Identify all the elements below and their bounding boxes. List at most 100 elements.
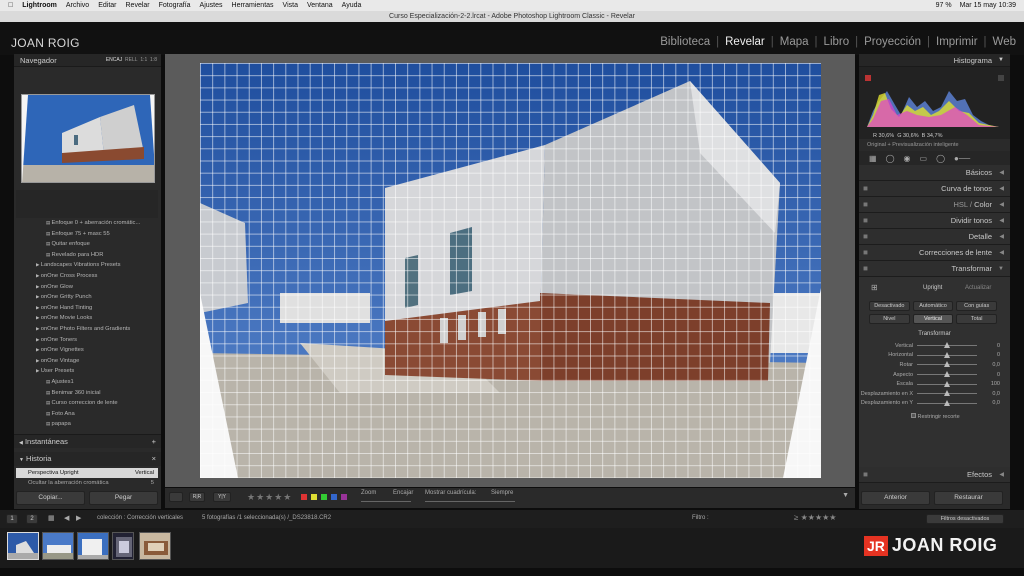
update-button[interactable]: Actualizar <box>965 285 991 291</box>
menu-archivo[interactable]: Archivo <box>66 2 89 9</box>
filmstrip-thumb-selected[interactable] <box>7 532 39 560</box>
menu-vista[interactable]: Vista <box>283 2 298 9</box>
section-hsl[interactable]: ◼ HSL / Color ◀ <box>859 197 1010 213</box>
highlight-clip-icon[interactable] <box>998 75 1004 81</box>
switch-icon[interactable]: ◼ <box>863 197 868 213</box>
transform-slider[interactable]: Aspecto 0 <box>859 370 1010 380</box>
label-purple[interactable] <box>341 494 347 500</box>
radial-filter-icon[interactable]: ◯ <box>936 154 945 163</box>
upright-vertical-button[interactable]: Vertical <box>912 314 954 324</box>
slider-knob[interactable] <box>944 342 950 349</box>
menu-fotografia[interactable]: Fotografía <box>159 2 191 9</box>
preset-folder[interactable]: ▶ onOne Vintage <box>16 356 158 367</box>
preset-folder[interactable]: ▶ onOne Movie Looks <box>16 313 158 324</box>
spot-removal-icon[interactable]: ◯ <box>886 154 895 163</box>
grid-size-slider[interactable] <box>425 501 515 502</box>
transform-slider[interactable]: Vertical 0 <box>859 341 1010 351</box>
constrain-checkbox[interactable] <box>911 413 916 418</box>
red-eye-icon[interactable]: ◉ <box>904 154 911 163</box>
preset-item[interactable]: ▤ Quitar enfoque <box>16 239 158 250</box>
preset-item[interactable]: ▤ Enfoque 75 + masc 55 <box>16 229 158 240</box>
upright-full-button[interactable]: Total <box>956 314 997 324</box>
preset-item[interactable]: ▤ Curso correccion de lente <box>16 398 158 409</box>
zoom-slider[interactable] <box>361 501 411 502</box>
preset-item[interactable]: ▤ Revelado para HDR <box>16 250 158 261</box>
crop-tool-icon[interactable]: ▦ <box>869 154 877 163</box>
label-yellow[interactable] <box>311 494 317 500</box>
transform-slider[interactable]: Horizontal 0 <box>859 351 1010 361</box>
photo-count[interactable]: 5 fotografías /1 seleccionada(s) /_DS238… <box>202 515 331 521</box>
slider-value[interactable]: 0,0 <box>992 400 1000 406</box>
transform-slider[interactable]: Escala 100 <box>859 379 1010 389</box>
grid-value[interactable]: Siempre <box>491 490 513 496</box>
switch-icon[interactable]: ◼ <box>863 229 868 245</box>
filmstrip-thumb[interactable] <box>77 532 109 560</box>
section-tone-curve[interactable]: ◼ Curva de tonos ◀ <box>859 181 1010 197</box>
preset-folder[interactable]: ▶ onOne Cross Process <box>16 271 158 282</box>
navigator-preview[interactable] <box>21 94 155 183</box>
label-blue[interactable] <box>331 494 337 500</box>
main-photo[interactable] <box>200 63 821 478</box>
before-after-yy-icon[interactable]: Y|Y <box>213 492 231 502</box>
preset-folder[interactable]: ▶ onOne Toners <box>16 335 158 346</box>
section-basic[interactable]: Básicos ◀ <box>859 165 1010 181</box>
preset-folder[interactable]: ▶ onOne Gritty Punch <box>16 292 158 303</box>
history-row-selected[interactable]: Perspectiva Upright Vertical <box>16 468 158 478</box>
slider-value[interactable]: 0,0 <box>992 362 1000 368</box>
transform-slider[interactable]: Desplazamiento en Y 0,0 <box>859 399 1010 409</box>
adjustment-brush-icon[interactable]: ●── <box>954 154 970 163</box>
slider-knob[interactable] <box>944 399 950 406</box>
slider-track[interactable] <box>917 399 977 406</box>
label-red[interactable] <box>301 494 307 500</box>
slider-value[interactable]: 0,0 <box>992 391 1000 397</box>
menu-herramientas[interactable]: Herramientas <box>232 2 274 9</box>
module-mapa[interactable]: Mapa <box>780 36 809 48</box>
slider-value[interactable]: 0 <box>997 372 1000 378</box>
preset-item[interactable]: ▤ papapa <box>16 419 158 430</box>
preset-item[interactable]: ▤ Ajustes1 <box>16 377 158 388</box>
preset-folder[interactable]: ▶ onOne Photo Filters and Gradients <box>16 324 158 335</box>
reset-button[interactable]: Restaurar <box>934 491 1003 505</box>
history-header[interactable]: ▼ Historia × <box>14 452 161 466</box>
preset-folder[interactable]: ▶ onOne Vignettes <box>16 345 158 356</box>
constrain-crop[interactable]: Restringir recorte <box>911 413 960 420</box>
zoom-fit[interactable]: ENCAJ <box>106 57 122 63</box>
preset-item[interactable]: ▤ Foto Ana <box>16 409 158 420</box>
slider-knob[interactable] <box>944 380 950 387</box>
preset-folder[interactable]: ▶ User Presets <box>16 366 158 377</box>
menu-ventana[interactable]: Ventana <box>307 2 333 9</box>
menu-revelar[interactable]: Revelar <box>126 2 150 9</box>
battery-status[interactable]: 97 % <box>936 2 952 9</box>
section-effects[interactable]: ◼ Efectos ◀ <box>859 467 1010 483</box>
menu-ayuda[interactable]: Ayuda <box>342 2 362 9</box>
clear-history-icon[interactable]: × <box>152 452 156 466</box>
zoom-1-8[interactable]: 1:8 <box>150 57 157 63</box>
page-1-button[interactable]: 1 <box>6 514 18 524</box>
section-split-toning[interactable]: ◼ Dividir tonos ◀ <box>859 213 1010 229</box>
switch-icon[interactable]: ◼ <box>863 181 868 197</box>
rating-stars[interactable]: ★★★★★ <box>247 492 292 503</box>
toolbar-menu-icon[interactable]: ▼ <box>842 492 849 499</box>
slider-knob[interactable] <box>944 371 950 378</box>
grid-view-icon[interactable]: ▦ <box>48 514 55 522</box>
apple-icon[interactable]:  <box>8 2 13 9</box>
slider-knob[interactable] <box>944 390 950 397</box>
slider-track[interactable] <box>917 351 977 358</box>
transform-slider[interactable]: Rotar 0,0 <box>859 360 1010 370</box>
upright-guided-button[interactable]: Con guías <box>956 301 997 311</box>
menu-editar[interactable]: Editar <box>98 2 116 9</box>
upright-off-button[interactable]: Desactivado <box>869 301 910 311</box>
filmstrip-thumb[interactable] <box>139 532 171 560</box>
switch-icon[interactable]: ◼ <box>863 467 868 483</box>
previous-button[interactable]: Anterior <box>861 491 930 505</box>
clock[interactable]: Mar 15 may 10:39 <box>960 2 1016 9</box>
preset-folder[interactable]: ▶ onOne Glow <box>16 282 158 293</box>
shadow-clip-icon[interactable] <box>865 75 871 81</box>
add-snapshot-icon[interactable]: + <box>152 435 156 449</box>
preset-folder[interactable]: ▶ Landscapes Vibrations Presets <box>16 260 158 271</box>
preset-folder[interactable]: ▶ onOne Hand Tinting <box>16 303 158 314</box>
copy-settings-button[interactable]: Copiar... <box>16 491 85 505</box>
source-label[interactable]: colección : Corrección verticales <box>97 515 183 521</box>
switch-icon[interactable]: ◼ <box>863 213 868 229</box>
filmstrip-thumb[interactable] <box>42 532 74 560</box>
